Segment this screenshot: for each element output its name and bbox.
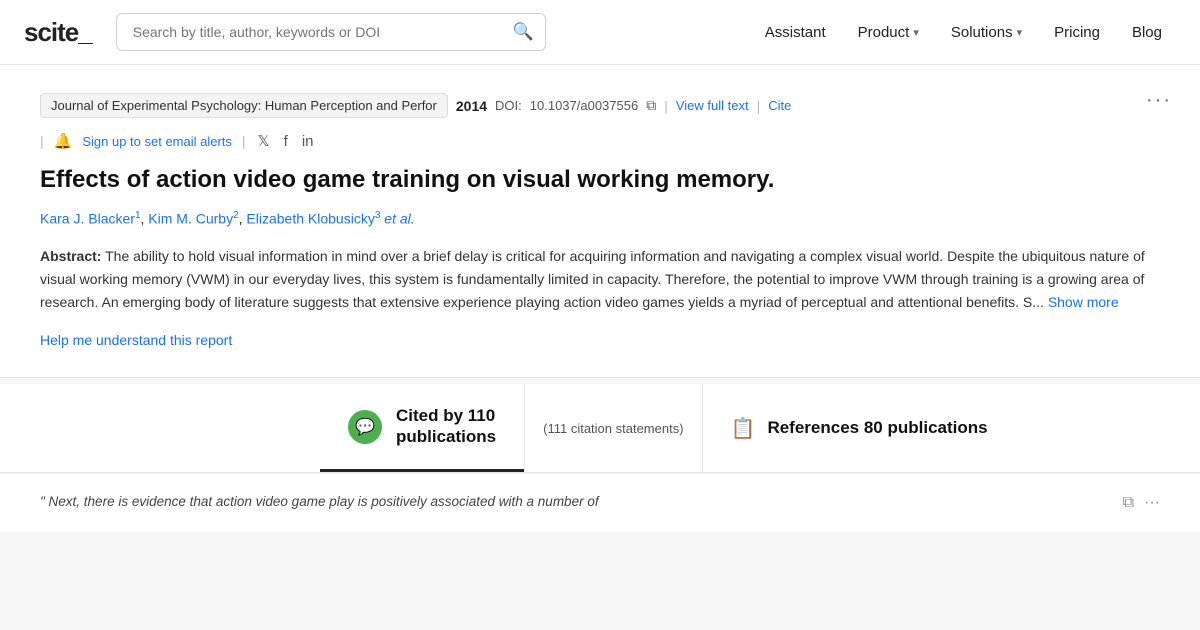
- more-options-button[interactable]: ···: [1146, 89, 1172, 112]
- search-input[interactable]: [116, 13, 546, 51]
- bell-icon: 🔔: [54, 132, 73, 150]
- abstract-text: Abstract: The ability to hold visual inf…: [40, 245, 1160, 314]
- email-alerts-link[interactable]: Sign up to set email alerts: [82, 134, 232, 149]
- twitter-icon[interactable]: 𝕏: [258, 132, 270, 150]
- chevron-down-icon: ▾: [913, 26, 919, 39]
- paper-card: ··· Journal of Experimental Psychology: …: [0, 65, 1200, 378]
- author-blacker[interactable]: Kara J. Blacker: [40, 211, 135, 227]
- author-sup-3: 3: [375, 210, 381, 221]
- author-klobusicky[interactable]: Elizabeth Klobusicky: [246, 211, 374, 227]
- copy-doi-button[interactable]: ⧉: [646, 97, 656, 114]
- show-more-link[interactable]: Show more: [1048, 294, 1119, 310]
- paper-title: Effects of action video game training on…: [40, 164, 1160, 196]
- cite-button[interactable]: Cite: [768, 98, 791, 113]
- nav-item-solutions[interactable]: Solutions ▾: [937, 16, 1036, 49]
- et-al-link[interactable]: et al.: [384, 211, 414, 227]
- navbar: scite_ 🔍 Assistant Product ▾ Solutions ▾…: [0, 0, 1200, 65]
- copy-quote-button[interactable]: ⧉: [1123, 494, 1134, 512]
- citation-quote-actions: ⧉ ···: [1123, 494, 1160, 512]
- cited-by-count: Cited by 110 publications: [396, 406, 496, 447]
- abstract-body: The ability to hold visual information i…: [40, 248, 1145, 310]
- references-icon: 📋: [731, 416, 756, 441]
- nav-item-assistant[interactable]: Assistant: [751, 16, 840, 49]
- publication-year: 2014: [456, 98, 487, 114]
- references-tab[interactable]: 📋 References 80 publications: [702, 384, 1200, 472]
- search-bar: 🔍: [116, 13, 546, 51]
- author-sup-2: 2: [233, 210, 239, 221]
- cited-by-sub: publications: [396, 427, 496, 447]
- journal-name: Journal of Experimental Psychology: Huma…: [40, 93, 448, 118]
- site-logo[interactable]: scite_: [24, 17, 92, 48]
- citation-bubble-icon: 💬: [348, 410, 382, 444]
- nav-item-pricing[interactable]: Pricing: [1040, 16, 1114, 49]
- chevron-down-icon: ▾: [1017, 26, 1023, 39]
- abstract-label: Abstract:: [40, 248, 101, 264]
- authors-row: Kara J. Blacker1, Kim M. Curby2, Elizabe…: [40, 210, 1160, 227]
- main-content: ··· Journal of Experimental Psychology: …: [0, 65, 1200, 532]
- references-label: References 80 publications: [767, 418, 987, 438]
- citations-section: 💬 Cited by 110 publications (111 citatio…: [0, 384, 1200, 532]
- linkedin-icon[interactable]: in: [302, 133, 314, 150]
- cited-by-tab[interactable]: 💬 Cited by 110 publications: [320, 384, 524, 472]
- citation-quote-text: " Next, there is evidence that action vi…: [40, 494, 1107, 509]
- nav-item-product[interactable]: Product ▾: [844, 16, 933, 49]
- author-curby[interactable]: Kim M. Curby: [148, 211, 233, 227]
- citation-statements: (111 citation statements): [524, 384, 701, 472]
- nav-links: Assistant Product ▾ Solutions ▾ Pricing …: [751, 16, 1176, 49]
- search-icon: 🔍: [513, 22, 534, 42]
- author-sup-1: 1: [135, 210, 141, 221]
- help-link[interactable]: Help me understand this report: [40, 332, 232, 348]
- cited-by-label: Cited by 110: [396, 406, 496, 426]
- facebook-icon[interactable]: f: [284, 133, 288, 150]
- more-quote-options-button[interactable]: ···: [1144, 494, 1160, 512]
- nav-item-blog[interactable]: Blog: [1118, 16, 1176, 49]
- view-full-text-link[interactable]: View full text: [676, 98, 749, 113]
- doi-label: DOI:: [495, 98, 522, 113]
- alert-row: | 🔔 Sign up to set email alerts | 𝕏 f in: [40, 132, 1160, 150]
- paper-meta-row: Journal of Experimental Psychology: Huma…: [40, 93, 1160, 118]
- citation-quote-row: " Next, there is evidence that action vi…: [0, 473, 1200, 532]
- citations-tabs-row: 💬 Cited by 110 publications (111 citatio…: [0, 384, 1200, 473]
- citations-left-spacer: [0, 384, 320, 472]
- doi-value: 10.1037/a0037556: [530, 98, 638, 113]
